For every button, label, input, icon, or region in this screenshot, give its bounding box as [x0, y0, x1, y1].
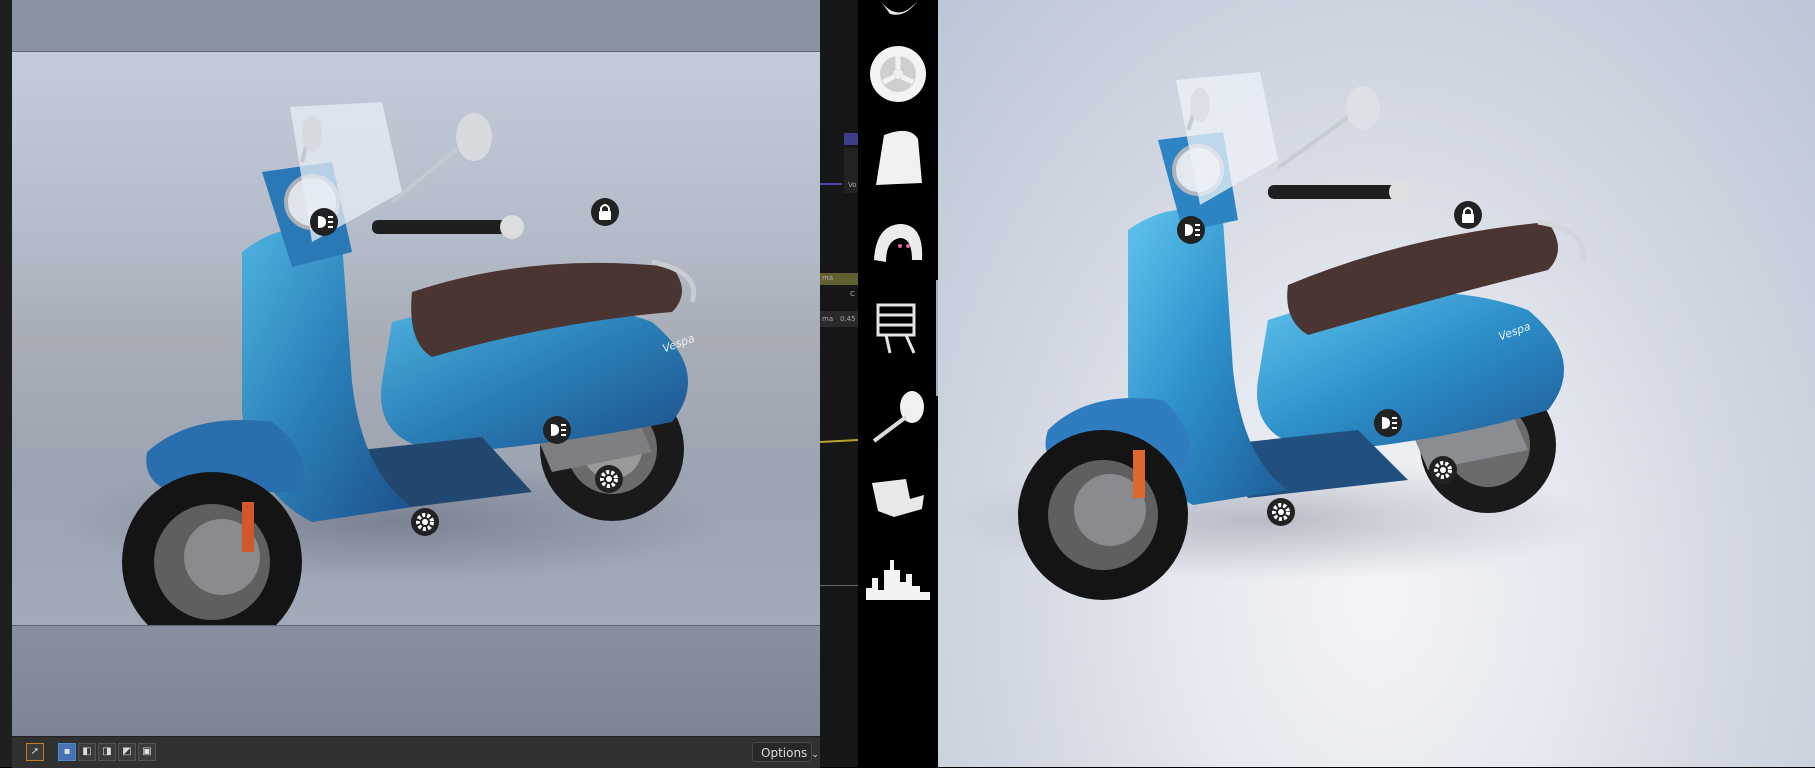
panel-tab[interactable] [844, 133, 858, 145]
3d-viewport[interactable]: Vespa [12, 0, 820, 738]
panel-label: Vo [848, 181, 857, 189]
select-mode-invert[interactable]: ◩ [118, 743, 136, 761]
lock-icon[interactable] [1453, 200, 1483, 230]
side-edge [0, 0, 12, 767]
mudguard-icon[interactable] [866, 0, 930, 34]
panel-value: 0.45 [840, 315, 856, 323]
floor-mat-icon[interactable] [866, 465, 930, 529]
panel-label: ma [822, 274, 834, 282]
select-mode-extend[interactable]: ◧ [78, 743, 96, 761]
panel-label: C [850, 290, 855, 298]
viewport-pane: Vespa ➚ ▪ ◧ ◨ ◩ ▣ Options ⌄ [0, 0, 820, 768]
curve-line [820, 439, 858, 443]
gear-icon[interactable] [1428, 455, 1458, 485]
gear-icon[interactable] [594, 464, 624, 494]
select-mode-new[interactable]: ▪ [58, 743, 76, 761]
product-render-pane: Vespa [938, 0, 1815, 767]
wheel-rim-icon[interactable] [866, 42, 930, 106]
viewport-header: ➚ ▪ ◧ ◨ ◩ ▣ Options ⌄ [12, 736, 820, 768]
passepartout-bottom [12, 626, 820, 738]
headlight-icon[interactable] [1176, 215, 1206, 245]
accessory-gallery [858, 0, 938, 767]
seat-back-icon[interactable] [866, 210, 930, 274]
select-tool-button[interactable]: ➚ [26, 743, 44, 761]
headlight-icon[interactable] [309, 207, 339, 237]
options-label: Options [761, 746, 808, 760]
options-dropdown[interactable]: Options ⌄ [752, 742, 819, 762]
divider [820, 183, 842, 185]
lock-icon[interactable] [590, 197, 620, 227]
divider [820, 585, 858, 586]
panel-label: ma [822, 315, 834, 323]
camera-frame: Vespa [12, 51, 820, 626]
gear-icon[interactable] [1266, 497, 1296, 527]
cursor-arrow-icon: ➚ [30, 746, 40, 757]
properties-panel-strip: Vo ma C ma 0.45 [820, 0, 858, 767]
scooter-render-right[interactable] [938, 0, 1815, 767]
gear-icon[interactable] [410, 507, 440, 537]
mirror-icon[interactable] [866, 385, 930, 449]
city-skyline-icon[interactable] [866, 548, 930, 612]
select-mode-intersect[interactable]: ▣ [138, 743, 156, 761]
chevron-down-icon: ⌄ [811, 750, 819, 760]
headlight-icon[interactable] [1373, 408, 1403, 438]
headlight-icon[interactable] [542, 415, 572, 445]
select-mode-subtract[interactable]: ◨ [98, 743, 116, 761]
seat-cover-icon[interactable] [866, 125, 930, 189]
scooter-render-left[interactable] [12, 52, 820, 625]
rear-rack-icon[interactable] [866, 295, 930, 359]
